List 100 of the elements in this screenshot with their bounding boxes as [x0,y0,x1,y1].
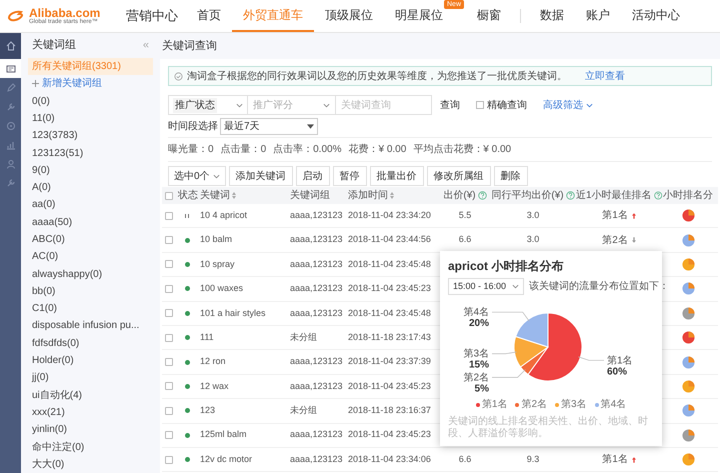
nav-tab[interactable]: 账户 [575,0,622,32]
keyword-search-field[interactable]: 关键词查询 [336,95,432,115]
time-cell-text: 2018-11-04 23:45:23 [348,428,431,442]
group-item[interactable]: aa(0) [28,196,153,214]
group-item[interactable]: yinlin(0) [28,421,153,438]
nav-tab[interactable]: 首页 [186,0,232,32]
pencil-icon [6,82,16,92]
toolbar-button[interactable]: 启动 [296,166,330,186]
mini-pie-chart-icon[interactable] [682,453,694,466]
mini-pie-chart-icon[interactable] [682,380,694,393]
column-header: 小时排名分 [663,188,713,203]
group-item[interactable]: jj(0) [28,369,153,387]
row-checkbox[interactable] [165,334,173,342]
group-item[interactable]: 123123(51) [28,144,153,162]
rail-item[interactable] [0,59,21,78]
nav-tab[interactable]: 明星展位 [384,0,444,32]
mini-pie-chart-icon[interactable] [682,209,694,222]
mini-pie-chart-icon[interactable] [682,404,694,418]
toolbar-button[interactable]: 添加关键词 [228,166,293,186]
nav-tab[interactable]: 顶级展位 [314,0,384,32]
column-header: 添加时间 [348,188,388,203]
group-item[interactable]: 123(3783) [28,127,153,144]
help-icon[interactable] [478,191,487,200]
slice-value: 20% [468,318,489,330]
help-icon[interactable] [654,191,662,200]
plus-icon [32,80,39,88]
group-cell-text: aaaa,123123 [290,380,343,393]
group-item[interactable]: ABC(0) [28,230,153,248]
group-cell-text: aaaa,123123 [290,452,343,466]
row-checkbox[interactable] [165,212,173,220]
mini-pie-chart-icon[interactable] [682,258,694,271]
toolbar-button[interactable]: 暂停 [332,166,367,186]
add-group-link[interactable]: 新增关键词组 [42,76,102,92]
stat-text: 点击率：0.00% [273,142,342,157]
time-cell-text: 2018-11-04 23:34:06 [348,452,431,466]
legend-label: 第1名 [482,398,508,412]
mini-pie-chart-icon[interactable] [682,331,694,344]
group-item[interactable]: 11(0) [28,110,153,128]
selection-dropdown[interactable]: 选中0个 [168,166,226,186]
row-checkbox[interactable] [165,192,173,200]
group-item[interactable]: Holder(0) [28,352,153,370]
group-item[interactable]: disposable infusion pu... [28,317,153,335]
nav-tab[interactable]: 数据 [529,0,576,32]
advanced-filter-link[interactable]: 高级筛选 [543,98,583,112]
exact-checkbox[interactable] [476,101,484,109]
toolbar-button[interactable]: 删除 [494,166,528,186]
row-checkbox[interactable] [165,456,173,464]
slice-label: 第3名 [463,348,489,360]
sort-icon[interactable] [232,192,236,199]
keyword-cell-text: 12 wax [200,380,229,393]
view-now-link[interactable]: 立即查看 [585,68,625,84]
mini-pie-chart-icon[interactable] [682,306,694,320]
legend-label: 第3名 [561,398,587,412]
group-item[interactable]: 大大(0) [28,456,153,473]
status-select[interactable]: 推广状态 [168,95,248,115]
slice-value: 15% [468,360,489,371]
group-item[interactable]: A(0) [28,178,153,196]
mini-pie-chart-icon[interactable] [682,356,694,369]
footnote-text: 关键词的线上排名受相关性、出价、地域、时段、人群溢价等影响。 [448,416,649,440]
toolbar-button[interactable]: 修改所属组 [426,166,491,186]
row-checkbox[interactable] [165,431,173,440]
row-checkbox[interactable] [165,236,173,244]
group-item[interactable]: 命中注定(0) [28,438,153,456]
rank-cell-text: 第1名 [602,209,628,224]
group-item[interactable]: 9(0) [28,162,153,179]
group-item[interactable]: 0(0) [28,92,153,110]
select-placeholder: 推广评分 [253,98,293,112]
nav-tab[interactable]: 橱窗 [466,0,512,32]
group-cell-text: 未分组 [290,404,317,418]
group-item[interactable]: bb(0) [28,282,153,300]
row-checkbox[interactable] [165,358,173,366]
row-checkbox[interactable] [165,260,173,268]
group-item[interactable]: AC(0) [28,248,153,266]
rank-cell-text: 第1名 [602,453,628,468]
wrench-icon [6,102,16,112]
mini-pie-chart-icon[interactable] [682,282,694,296]
row-checkbox[interactable] [165,382,173,390]
group-item[interactable]: ui自动化(4) [28,386,153,404]
row-checkbox[interactable] [165,284,173,293]
keyword-cell-text: 125ml balm [200,428,247,442]
nav-tab[interactable]: 活动中心 [621,0,692,32]
group-item[interactable]: aaaa(50) [28,214,153,231]
group-item[interactable]: C1(0) [28,300,153,318]
row-checkbox[interactable] [165,309,173,318]
group-item[interactable]: xxx(21) [28,404,153,422]
help-icon[interactable] [566,191,575,200]
sort-icon[interactable] [390,192,394,199]
row-checkbox[interactable] [165,406,173,415]
toolbar-button[interactable]: 批量出价 [370,166,424,186]
group-cell-text: aaaa,123123 [290,428,343,442]
group-item[interactable]: fdfsdfds(0) [28,334,153,352]
slice-value: 60% [607,366,628,378]
column-header: 状态 [178,188,198,203]
mini-pie-chart-icon[interactable] [682,428,694,442]
time-range-select[interactable]: 最近7天 [220,118,318,135]
mini-pie-chart-icon[interactable] [682,234,694,247]
group-item[interactable]: alwayshappy(0) [28,265,153,283]
hour-range-select[interactable]: 15:00 - 16:00 [448,278,524,295]
query-button[interactable]: 查询 [432,95,468,115]
leader-line [492,369,526,378]
